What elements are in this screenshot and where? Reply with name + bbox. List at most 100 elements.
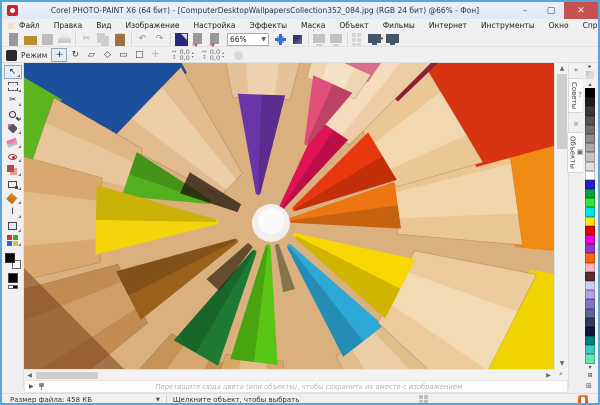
launch-button[interactable] [289, 32, 306, 46]
docker-collapse-button[interactable]: « [574, 66, 578, 74]
palette-swatch-17[interactable] [585, 244, 595, 254]
print-button[interactable] [56, 32, 73, 46]
menu-10[interactable]: Инструменты [474, 21, 542, 30]
size-h-value[interactable]: 0,0 [210, 55, 220, 62]
mask-transform-tool[interactable]: ✂ [4, 93, 22, 107]
palette-swatch-29[interactable] [585, 354, 595, 364]
menu-5[interactable]: Эффекты [243, 21, 295, 30]
image-slicing-tool[interactable] [4, 233, 22, 247]
navigator-zoom-button[interactable]: ⌕ [554, 369, 568, 380]
apply-button[interactable] [234, 50, 244, 60]
palette-swatch-1[interactable] [585, 97, 595, 107]
canvas-image[interactable] [2, 2, 598, 403]
red-eye-removal-tool[interactable] [4, 149, 22, 163]
palette-swatch-18[interactable] [585, 253, 595, 263]
menu-8[interactable]: Фильмы [376, 21, 422, 30]
menu-3[interactable]: Изображение [119, 21, 187, 30]
pin-icon[interactable] [38, 383, 45, 390]
minimize-button[interactable]: – [512, 2, 538, 19]
palette-scroll-down[interactable]: ▾ [588, 364, 591, 372]
palette-swatch-25[interactable] [585, 317, 595, 327]
palette-swatch-6[interactable] [585, 143, 595, 153]
palette-swatch-22[interactable] [585, 290, 595, 300]
transparency-swatch[interactable] [7, 285, 18, 289]
rotate-mode-button[interactable]: ↻ [67, 48, 83, 62]
anchor-point-button[interactable]: ✛ [147, 48, 163, 62]
horizontal-scroll-thumb[interactable] [36, 372, 98, 379]
palette-swatch-12[interactable] [585, 198, 595, 208]
position-y-value[interactable]: 0,0 [179, 55, 189, 62]
menu-12[interactable]: Справка [576, 21, 598, 30]
palette-swatch-15[interactable] [585, 225, 595, 235]
menu-0[interactable]: Файл [12, 21, 47, 30]
monitor-preview-button[interactable] [384, 32, 401, 46]
palette-swatch-27[interactable] [585, 336, 595, 346]
export-for-web-button[interactable] [207, 32, 224, 49]
distort-mode-button[interactable]: ▭ [115, 48, 131, 62]
palette-swatch-14[interactable] [585, 216, 595, 226]
size-spinner[interactable]: ▴ ▾ [222, 51, 224, 59]
document-info-icon[interactable] [578, 394, 588, 403]
palette-swatch-10[interactable] [585, 179, 595, 190]
palette-swatch-13[interactable] [585, 207, 595, 217]
menu-11[interactable]: Окно [542, 21, 576, 30]
new-image-button[interactable] [5, 32, 22, 46]
palette-swatch-0[interactable] [585, 88, 595, 98]
palette-swatch-16[interactable] [585, 235, 595, 245]
palette-swatch-28[interactable] [585, 345, 595, 355]
eyedropper-tool[interactable] [4, 121, 22, 135]
open-button[interactable] [22, 32, 39, 46]
maximize-button[interactable]: ▢ [538, 2, 564, 19]
fill-tool[interactable] [4, 190, 22, 206]
eraser-tool[interactable] [4, 134, 22, 150]
rollup-window-button[interactable] [328, 32, 345, 46]
perspective-mode-button[interactable]: □ [131, 48, 147, 62]
horizontal-scrollbar[interactable]: ◀ ▶ [24, 369, 554, 380]
imgpal-more-button[interactable]: ⊞ [586, 382, 592, 390]
fg-bg-color-well[interactable] [4, 253, 21, 269]
zoom-level-combo[interactable]: 66% ▼ [227, 32, 269, 46]
fullscreen-preview-button[interactable]: ▾ [367, 32, 384, 46]
paste-button[interactable] [112, 32, 129, 46]
pick-tool[interactable]: ↖ [3, 65, 22, 79]
palette-swatch-4[interactable] [585, 124, 595, 134]
imgpal-flyout-button[interactable]: ▶ [29, 383, 34, 390]
docker-close-icon[interactable]: × [573, 120, 579, 128]
rectangle-mask-tool[interactable] [4, 79, 22, 93]
skew-mode-button[interactable]: ◇ [99, 48, 115, 62]
menu-2[interactable]: Вид [89, 21, 118, 30]
import-button[interactable] [173, 32, 190, 46]
scroll-down-arrow[interactable]: ▼ [555, 358, 569, 369]
menu-7[interactable]: Объект [332, 21, 375, 30]
undo-button[interactable]: ↶ [134, 32, 151, 46]
palette-swatch-2[interactable] [585, 106, 595, 116]
palette-more-button[interactable]: ⊞ [587, 372, 592, 380]
export-button[interactable] [190, 32, 207, 49]
shape-edit-tool[interactable] [4, 177, 22, 191]
image-window-button[interactable] [311, 32, 328, 46]
palette-swatch-21[interactable] [585, 280, 595, 291]
title-bar[interactable]: Corel PHOTO-PAINT X6 (64 бит) - [Compute… [2, 2, 598, 19]
palette-swatch-20[interactable] [585, 271, 595, 281]
copy-button[interactable] [95, 32, 112, 46]
grid-button[interactable] [350, 32, 367, 46]
palette-swatch-19[interactable] [585, 262, 595, 272]
palette-swatch-24[interactable] [585, 308, 595, 318]
rectangle-tool[interactable] [4, 219, 22, 233]
text-tool[interactable]: I [4, 205, 22, 219]
fill-color-swatch[interactable] [7, 273, 18, 283]
position-spinner[interactable]: ▴ ▾ [192, 51, 194, 59]
menu-9[interactable]: Интернет [422, 21, 474, 30]
cut-button[interactable]: ✂ [78, 32, 95, 46]
zoom-to-fit-button[interactable] [272, 32, 289, 46]
menu-6[interactable]: Маска [294, 21, 332, 30]
save-button[interactable] [39, 32, 56, 46]
tab-tips[interactable]: ? Советы [568, 78, 584, 114]
vertical-scroll-thumb[interactable] [557, 74, 567, 149]
palette-swatch-9[interactable] [585, 170, 595, 180]
scroll-up-arrow[interactable]: ▲ [555, 63, 569, 74]
palette-swatch-8[interactable] [585, 161, 595, 171]
palette-swatch-26[interactable] [585, 326, 595, 337]
clone-tool[interactable] [4, 163, 22, 177]
palette-flyout-button[interactable]: ▸ [588, 63, 591, 70]
